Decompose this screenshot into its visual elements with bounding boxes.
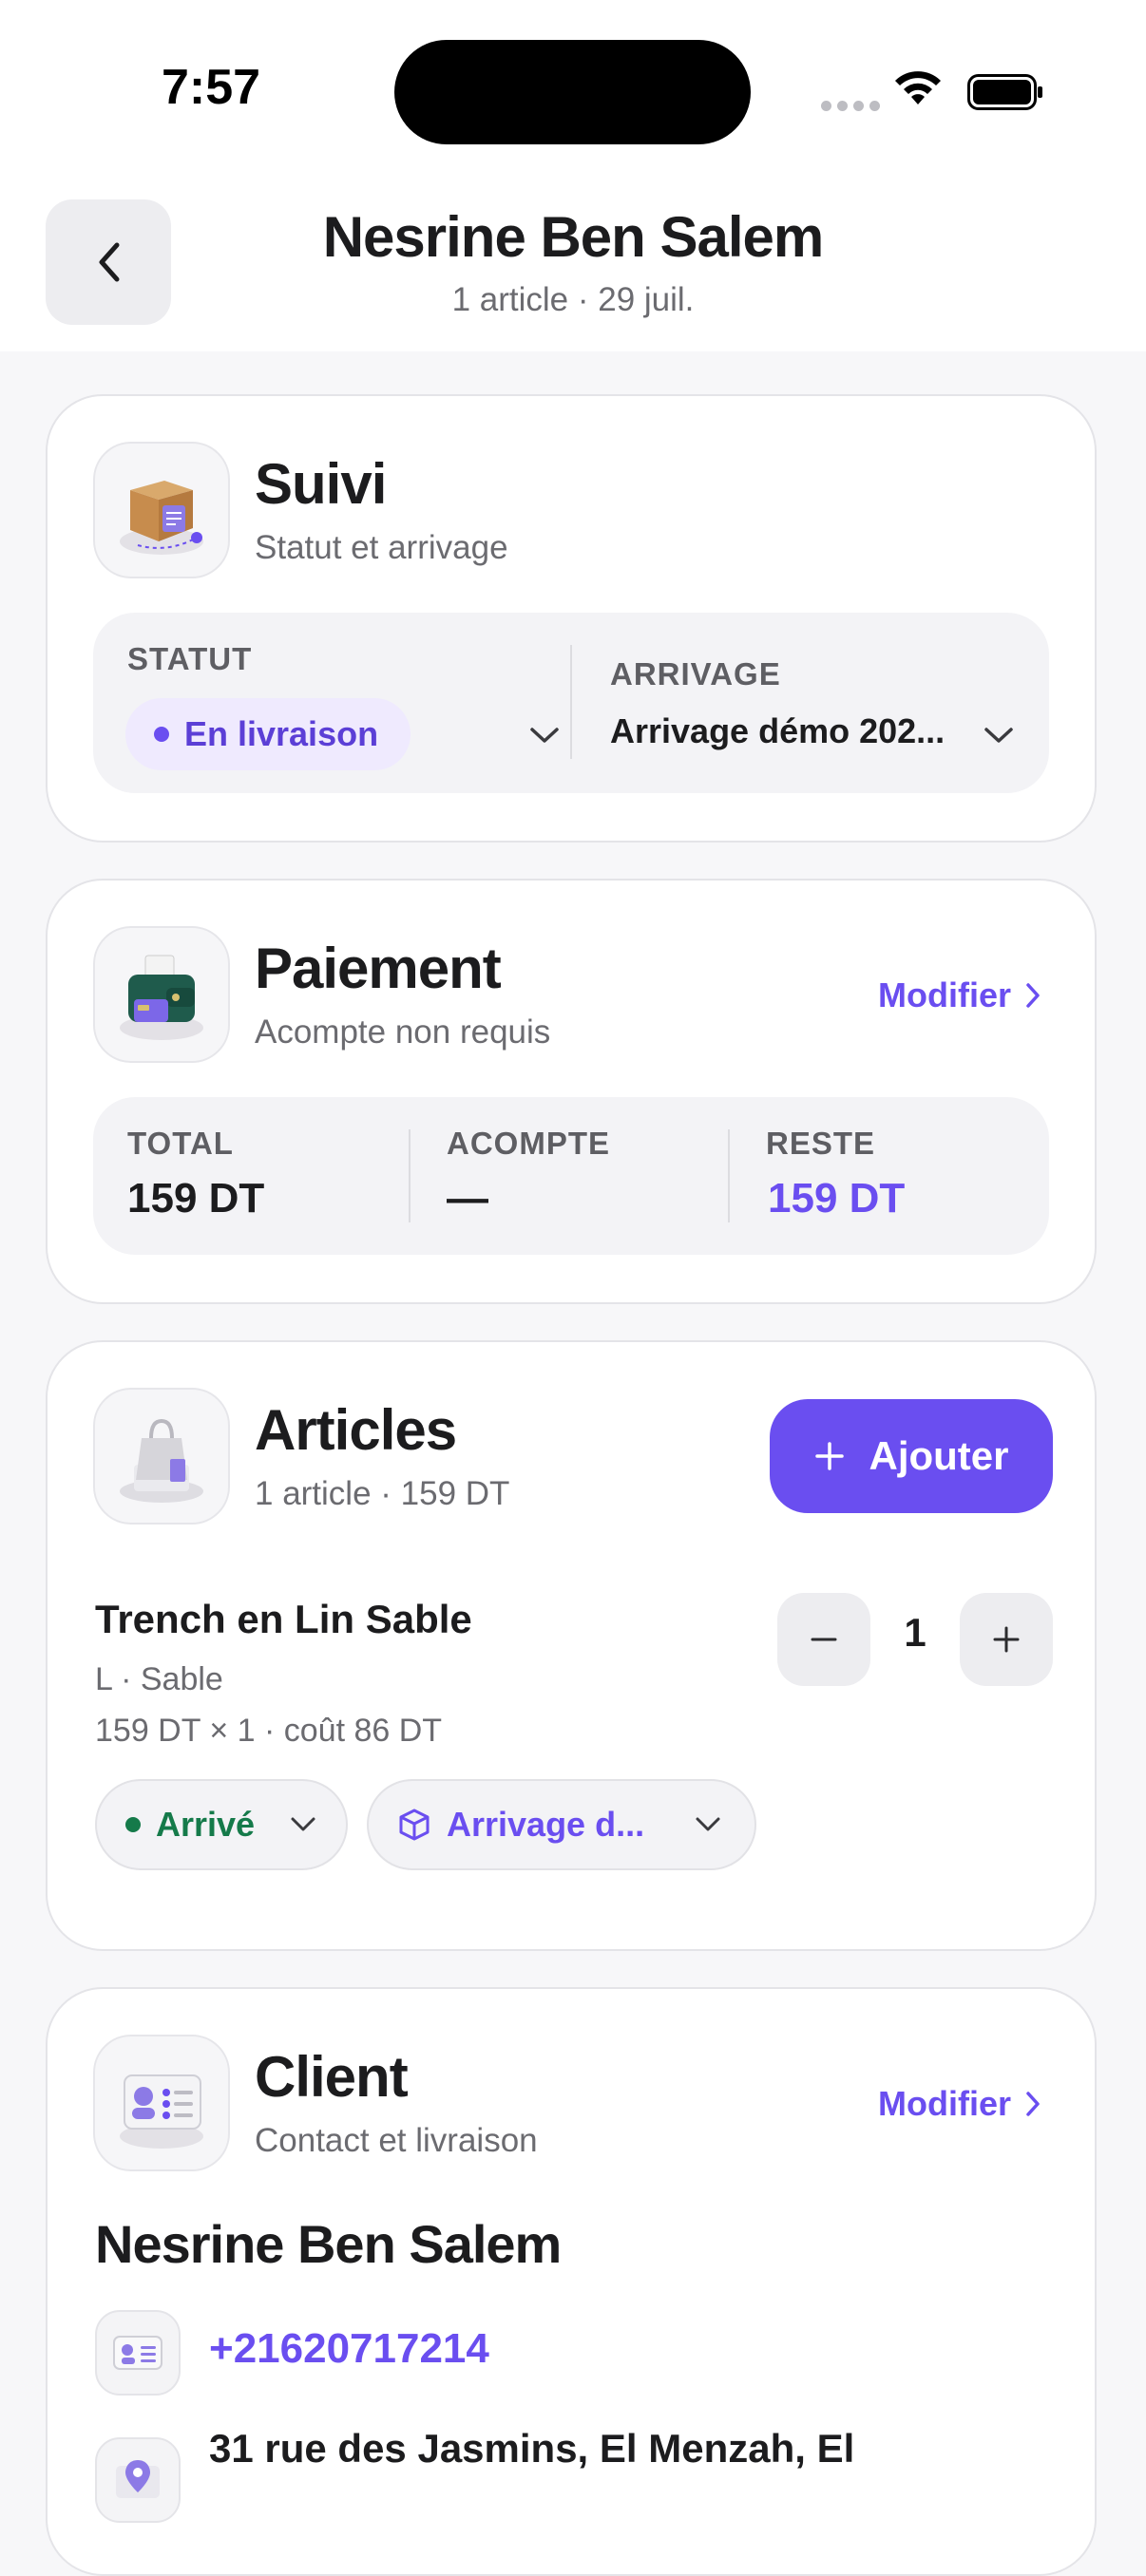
payment-summary-panel: TOTAL 159 DT ACOMPTE — RESTE 159 DT [93,1097,1049,1255]
article-name: Trench en Lin Sable [95,1597,472,1641]
plus-icon [814,1442,844,1470]
suivi-card: Suivi Statut et arrivage STATUT En livra… [46,394,1097,843]
arrivage-value: Arrivage démo 202... [610,711,945,750]
wifi-icon [895,71,941,104]
statut-select[interactable]: En livraison [125,698,559,770]
page-subtitle: 1 article · 29 juil. [451,281,695,318]
client-phone-link[interactable]: +21620717214 [209,2325,489,2373]
cube-icon [399,1809,430,1841]
modify-client-button[interactable]: Modifier [878,2084,1041,2124]
quantity-value: 1 [904,1610,926,1655]
plus-icon [993,1626,1020,1653]
total-value: 159 DT [127,1175,265,1222]
chevron-right-icon [1026,2092,1040,2116]
card-title: Paiement [255,937,502,1000]
card-title: Client [255,2045,409,2109]
articles-card: Articles 1 article · 159 DT Ajouter Tren… [46,1340,1097,1951]
divider [570,645,572,759]
client-card: Client Contact et livraison Modifier Nes… [46,1987,1097,2576]
paiement-card: Paiement Acompte non requis Modifier TOT… [46,879,1097,1304]
card-subtitle: Contact et livraison [255,2122,538,2159]
article-variant: L · Sable [95,1661,223,1697]
status-badge: En livraison [125,698,411,770]
modify-payment-button[interactable]: Modifier [878,975,1041,1015]
item-arrivage-label: Arrivage d... [447,1805,645,1844]
divider [409,1129,411,1222]
acompte-value: — [447,1175,488,1222]
battery-icon [967,74,1042,110]
reste-label: RESTE [766,1126,876,1161]
total-label: TOTAL [127,1126,234,1161]
wallet-icon [93,926,230,1063]
suivi-panel: STATUT En livraison ARRIVAGE Arrivage dé… [93,613,1049,793]
statut-label: STATUT [127,641,253,676]
modify-label: Modifier [878,975,1011,1014]
divider [728,1129,730,1222]
card-subtitle: Acompte non requis [255,1013,551,1051]
card-subtitle: Statut et arrivage [255,529,508,566]
status-dot [125,1817,141,1832]
status-dot [154,727,169,742]
article-price-line: 159 DT × 1 · coût 86 DT [95,1713,443,1749]
dynamic-island [394,40,751,144]
item-status-select[interactable]: Arrivé [95,1779,348,1870]
item-arrivage-select[interactable]: Arrivage d... [367,1779,756,1870]
chevron-down-icon [291,1817,315,1831]
shopping-bag-icon [93,1388,230,1525]
client-name: Nesrine Ben Salem [95,2214,562,2274]
card-title: Articles [255,1398,457,1462]
cellular-signal-icon [821,101,880,111]
increase-quantity-button[interactable] [960,1593,1053,1686]
add-label: Ajouter [869,1433,1009,1478]
item-status-label: Arrivé [156,1805,256,1844]
decrease-quantity-button[interactable] [777,1593,870,1686]
minus-icon [811,1638,837,1641]
map-pin-icon [95,2437,181,2523]
card-subtitle: 1 article · 159 DT [255,1475,510,1512]
chevron-down-icon [696,1817,720,1831]
statut-value: En livraison [184,714,379,753]
add-article-button[interactable]: Ajouter [770,1399,1053,1513]
status-time: 7:57 [162,60,261,115]
box-icon [93,442,230,578]
modify-label: Modifier [878,2084,1011,2123]
chevron-down-icon [530,728,559,743]
acompte-label: ACOMPTE [447,1126,610,1161]
card-title: Suivi [255,452,387,516]
arrivage-select[interactable]: Arrivage démo 202... [610,708,1028,765]
reste-value: 159 DT [768,1175,906,1222]
contact-card-icon [93,2035,230,2171]
chevron-down-icon [984,728,1013,743]
contact-card-icon [95,2310,181,2396]
chevron-right-icon [1026,983,1040,1008]
client-address: 31 rue des Jasmins, El Menzah, El [209,2426,855,2471]
arrivage-label: ARRIVAGE [610,656,781,691]
page-title: Nesrine Ben Salem [322,205,825,269]
